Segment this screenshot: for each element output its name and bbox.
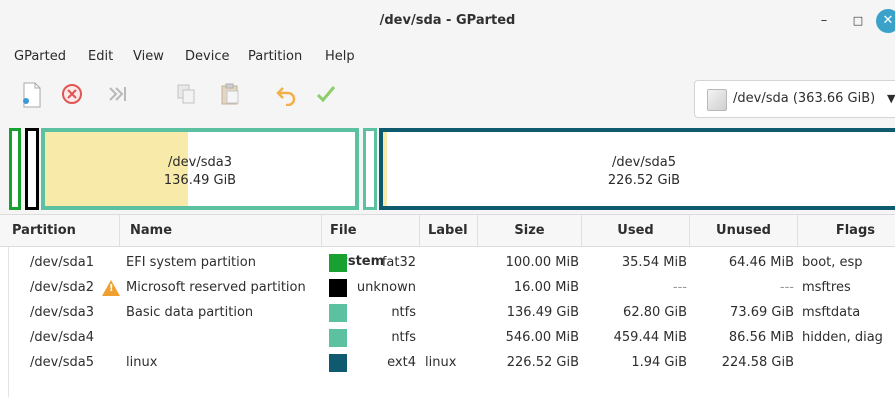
menu-partition[interactable]: Partition xyxy=(248,42,302,72)
column-header-name[interactable]: Name xyxy=(120,215,322,246)
column-header-size[interactable]: Size xyxy=(478,215,582,246)
filesystem-color-swatch xyxy=(329,354,347,372)
cell-partition: /dev/sda5 xyxy=(30,355,94,370)
cell-used: 459.44 MiB xyxy=(613,330,687,345)
menu-edit[interactable]: Edit xyxy=(88,42,113,72)
title-bar: /dev/sda - GParted – □ ✕ xyxy=(0,0,895,43)
cell-flags: boot, esp xyxy=(802,255,863,270)
menu-gparted[interactable]: GParted xyxy=(14,42,66,72)
cell-filesystem: unknown xyxy=(356,280,416,295)
cell-flags: hidden, diag xyxy=(802,330,883,345)
segment-size: 136.49 GiB xyxy=(163,173,237,188)
resize-move-icon[interactable] xyxy=(104,82,132,110)
menu-bar: GParted Edit View Device Partition Help xyxy=(0,42,895,72)
device-selector[interactable]: /dev/sda (363.66 GiB) ▼ xyxy=(694,80,895,118)
cell-size: 136.49 GiB xyxy=(506,305,579,320)
chevron-down-icon: ▼ xyxy=(887,92,895,105)
map-segment-sda5[interactable]: /dev/sda5 226.52 GiB xyxy=(379,128,895,210)
column-header-label[interactable]: Label xyxy=(420,215,478,246)
cell-used: --- xyxy=(672,280,687,295)
cell-size: 226.52 GiB xyxy=(506,355,579,370)
device-label: /dev/sda (363.66 GiB) xyxy=(733,91,876,106)
delete-icon[interactable] xyxy=(58,82,86,110)
column-header-flags[interactable]: Flags xyxy=(798,215,895,246)
filesystem-color-swatch xyxy=(329,254,347,272)
cell-partition: /dev/sda3 xyxy=(30,305,94,320)
new-partition-icon[interactable] xyxy=(18,82,46,110)
maximize-button[interactable]: □ xyxy=(846,9,870,33)
cell-used: 1.94 GiB xyxy=(631,355,687,370)
cell-used: 62.80 GiB xyxy=(623,305,687,320)
cell-unused: 73.69 GiB xyxy=(730,305,794,320)
map-segment-sda4[interactable] xyxy=(363,128,377,210)
warning-icon: ! xyxy=(102,280,120,296)
table-row[interactable]: /dev/sda3 Basic data partition ntfs 136.… xyxy=(0,300,895,325)
cell-filesystem: ntfs xyxy=(391,330,416,345)
cell-filesystem: ntfs xyxy=(391,305,416,320)
paste-icon[interactable] xyxy=(216,82,244,110)
segment-text: /dev/sda5 226.52 GiB xyxy=(383,154,895,190)
cell-size: 100.00 MiB xyxy=(505,255,579,270)
window-title: /dev/sda - GParted xyxy=(379,13,516,28)
menu-device[interactable]: Device xyxy=(185,42,229,72)
cell-unused: --- xyxy=(779,280,794,295)
filesystem-color-swatch xyxy=(329,279,347,297)
menu-view[interactable]: View xyxy=(133,42,164,72)
column-header-used[interactable]: Used xyxy=(582,215,690,246)
cell-partition: /dev/sda2 xyxy=(30,280,94,295)
map-segment-sda2[interactable] xyxy=(25,128,39,210)
partition-map: /dev/sda3 136.49 GiB /dev/sda5 226.52 Gi… xyxy=(0,124,895,214)
table-row[interactable]: /dev/sda4 ntfs 546.00 MiB 459.44 MiB 86.… xyxy=(0,325,895,350)
segment-size: 226.52 GiB xyxy=(607,173,681,188)
menu-help[interactable]: Help xyxy=(325,42,355,72)
map-segment-sda1[interactable] xyxy=(9,128,21,210)
cell-unused: 224.58 GiB xyxy=(721,355,794,370)
cell-name: Microsoft reserved partition xyxy=(126,280,306,295)
segment-text: /dev/sda3 136.49 GiB xyxy=(45,154,355,190)
cell-name: Basic data partition xyxy=(126,305,254,320)
cell-name: linux xyxy=(126,355,158,370)
disk-icon xyxy=(707,89,727,111)
cell-unused: 86.56 MiB xyxy=(728,330,794,345)
copy-icon[interactable] xyxy=(172,82,200,110)
cell-used: 35.54 MiB xyxy=(621,255,687,270)
segment-name: /dev/sda5 xyxy=(612,155,676,170)
undo-icon[interactable] xyxy=(272,82,300,110)
filesystem-color-swatch xyxy=(329,304,347,322)
minimize-button[interactable]: – xyxy=(812,9,836,33)
cell-unused: 64.46 MiB xyxy=(728,255,794,270)
filesystem-color-swatch xyxy=(329,329,347,347)
column-header-partition[interactable]: Partition xyxy=(0,215,120,246)
table-row[interactable]: /dev/sda1 EFI system partition fat32 100… xyxy=(0,250,895,275)
cell-flags: msftdata xyxy=(802,305,861,320)
cell-flags: msftres xyxy=(802,280,851,295)
map-segment-sda3[interactable]: /dev/sda3 136.49 GiB xyxy=(41,128,359,210)
close-button[interactable]: ✕ xyxy=(876,9,895,33)
cell-label: linux xyxy=(425,355,457,370)
table-row[interactable]: /dev/sda2 ! Microsoft reserved partition… xyxy=(0,275,895,300)
column-header-filesystem[interactable]: File System xyxy=(322,215,420,269)
cell-filesystem: ext4 xyxy=(387,355,416,370)
cell-name: EFI system partition xyxy=(126,255,256,270)
cell-size: 546.00 MiB xyxy=(505,330,579,345)
table-row[interactable]: /dev/sda5 linux ext4 linux 226.52 GiB 1.… xyxy=(0,350,895,375)
cell-size: 16.00 MiB xyxy=(513,280,579,295)
segment-name: /dev/sda3 xyxy=(168,155,232,170)
cell-filesystem: fat32 xyxy=(381,255,416,270)
cell-partition: /dev/sda4 xyxy=(30,330,94,345)
apply-icon[interactable] xyxy=(312,82,340,110)
table-header: Partition Name File System Label Size Us… xyxy=(0,214,895,269)
column-header-unused[interactable]: Unused xyxy=(690,215,798,246)
cell-partition: /dev/sda1 xyxy=(30,255,94,270)
